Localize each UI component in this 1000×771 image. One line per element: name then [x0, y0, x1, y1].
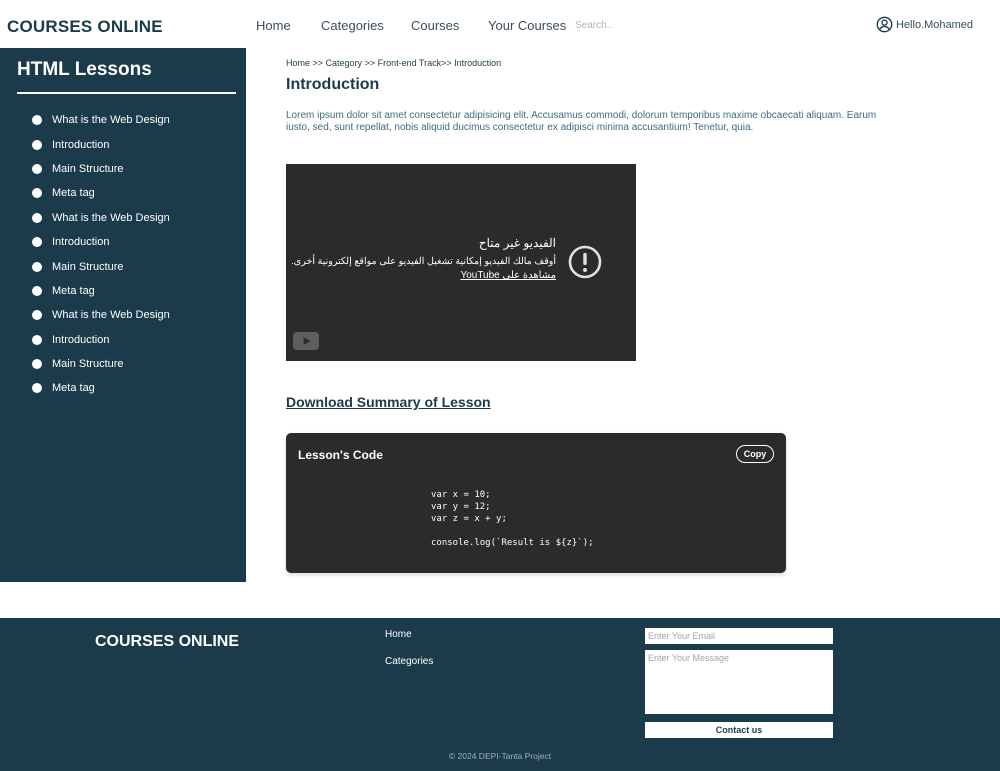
lesson-item[interactable]: Main Structure — [32, 157, 170, 181]
contact-us-button[interactable]: Contact us — [645, 722, 833, 738]
breadcrumb-home-link[interactable]: Home — [286, 58, 310, 68]
bullet-icon — [32, 237, 42, 248]
search-input[interactable] — [575, 16, 715, 34]
copy-button[interactable]: Copy — [736, 445, 774, 463]
breadcrumb-track-link[interactable]: Front-end Track — [378, 58, 442, 68]
bullet-icon — [32, 285, 42, 296]
top-navbar: COURSES ONLINE Home Categories Courses Y… — [0, 0, 1000, 48]
bullet-icon — [32, 212, 42, 223]
lesson-item[interactable]: Introduction — [32, 132, 170, 156]
breadcrumb: Home >> Category >> Front-end Track>> In… — [286, 58, 501, 68]
download-summary-link[interactable]: Download Summary of Lesson — [286, 394, 491, 410]
code-content: var x = 10; var y = 12; var z = x + y; c… — [431, 490, 594, 548]
footer-logo-text: COURSES ONLINE — [95, 633, 240, 650]
bullet-icon — [32, 139, 42, 150]
code-block-title: Lesson's Code — [298, 448, 383, 462]
user-menu[interactable]: Hello.Mohamed — [876, 16, 973, 33]
breadcrumb-separator: >> — [362, 58, 378, 68]
site-logo-text[interactable]: COURSES ONLINE — [7, 17, 163, 37]
code-block: Lesson's Code Copy var x = 10; var y = 1… — [286, 433, 786, 573]
lesson-item-label: Meta tag — [52, 284, 95, 297]
sidebar-title: HTML Lessons — [17, 59, 152, 80]
video-unavailable-heading: الفيديو غير متاح — [478, 236, 556, 250]
footer: COURSES ONLINE Home Categories Contact u… — [0, 618, 1000, 771]
lesson-item[interactable]: Meta tag — [32, 376, 170, 400]
lesson-item-label: Meta tag — [52, 187, 95, 200]
breadcrumb-current: Introduction — [454, 58, 502, 68]
bullet-icon — [32, 383, 42, 394]
nav-home-link[interactable]: Home — [256, 18, 291, 33]
lesson-item-label: Introduction — [52, 138, 110, 151]
watch-on-youtube-link[interactable]: مشاهدة على YouTube — [291, 270, 556, 281]
nav-your-courses-link[interactable]: Your Courses — [488, 18, 566, 33]
lesson-description: Lorem ipsum dolor sit amet consectetur a… — [286, 110, 877, 133]
sidebar-divider — [17, 92, 236, 94]
lesson-item-label: Main Structure — [52, 162, 124, 175]
bullet-icon — [32, 261, 42, 272]
bullet-icon — [32, 188, 42, 199]
lesson-item[interactable]: Main Structure — [32, 352, 170, 376]
alert-icon — [568, 245, 602, 279]
bullet-icon — [32, 310, 42, 321]
user-profile-icon — [876, 16, 893, 33]
page-title: Introduction — [286, 76, 380, 93]
lesson-item-label: Introduction — [52, 333, 110, 346]
copyright-text: © 2024 DEPI-Tanta Project — [448, 751, 552, 761]
lesson-item-label: What is the Web Design — [52, 114, 170, 127]
lesson-item[interactable]: What is the Web Design — [32, 303, 170, 327]
nav-courses-link[interactable]: Courses — [411, 18, 459, 33]
lesson-item[interactable]: Introduction — [32, 230, 170, 254]
video-player[interactable]: الفيديو غير متاح أوقف مالك الفيديو إمكان… — [286, 164, 636, 361]
youtube-icon[interactable] — [293, 332, 319, 350]
lesson-item-label: Main Structure — [52, 260, 124, 273]
lesson-item[interactable]: Introduction — [32, 328, 170, 352]
message-field[interactable] — [645, 650, 833, 714]
lesson-item-label: Introduction — [52, 236, 110, 249]
video-unavailable-message: الفيديو غير متاح أوقف مالك الفيديو إمكان… — [291, 236, 556, 281]
lesson-item[interactable]: Meta tag — [32, 279, 170, 303]
lesson-item[interactable]: What is the Web Design — [32, 206, 170, 230]
bullet-icon — [32, 115, 42, 126]
bullet-icon — [32, 359, 42, 370]
breadcrumb-separator: >> — [310, 58, 326, 68]
lesson-item[interactable]: Main Structure — [32, 254, 170, 278]
breadcrumb-category-link[interactable]: Category — [326, 58, 363, 68]
lesson-item[interactable]: Meta tag — [32, 181, 170, 205]
footer-categories-link[interactable]: Categories — [385, 656, 433, 667]
lessons-list: What is the Web Design Introduction Main… — [32, 108, 170, 401]
breadcrumb-separator: >> — [441, 58, 455, 68]
lesson-item-label: Meta tag — [52, 382, 95, 395]
lesson-item[interactable]: What is the Web Design — [32, 108, 170, 132]
nav-categories-link[interactable]: Categories — [321, 18, 384, 33]
lesson-item-label: What is the Web Design — [52, 211, 170, 224]
email-field[interactable] — [645, 628, 833, 644]
lesson-item-label: What is the Web Design — [52, 309, 170, 322]
footer-home-link[interactable]: Home — [385, 629, 412, 640]
bullet-icon — [32, 163, 42, 174]
bullet-icon — [32, 334, 42, 345]
video-unavailable-text: أوقف مالك الفيديو إمكانية تشغيل الفيديو … — [291, 256, 556, 267]
lesson-item-label: Main Structure — [52, 358, 124, 371]
user-greeting: Hello.Mohamed — [896, 18, 974, 31]
lessons-sidebar: HTML Lessons What is the Web Design Intr… — [0, 48, 246, 582]
